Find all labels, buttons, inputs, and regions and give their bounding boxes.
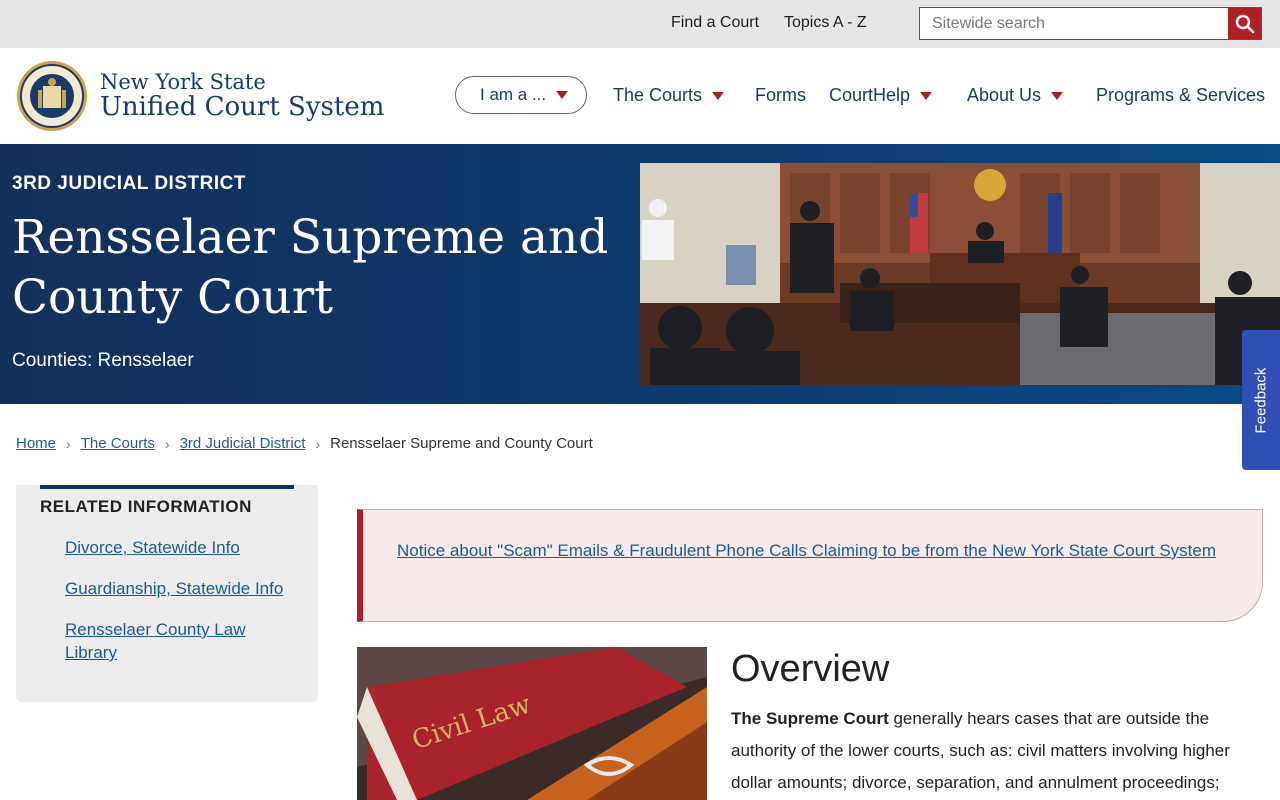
chevron-down-icon <box>920 91 933 100</box>
chevron-down-icon <box>712 91 725 100</box>
related-information-panel: RELATED INFORMATION Divorce, Statewide I… <box>16 485 318 702</box>
nav-about-us-label: About Us <box>967 85 1042 105</box>
breadcrumb-current: Rensselaer Supreme and County Court <box>330 435 593 452</box>
breadcrumb: Home › The Courts › 3rd Judicial Distric… <box>16 435 593 452</box>
overview-paragraph: The Supreme Court generally hears cases … <box>731 703 1271 799</box>
counties-text: Counties: Rensselaer <box>12 350 194 371</box>
brand-line-2[interactable]: Unified Court System <box>100 92 384 122</box>
nav-the-courts[interactable]: The Courts <box>613 85 725 106</box>
nys-seal-logo[interactable] <box>16 60 88 132</box>
chevron-right-icon: › <box>164 435 170 452</box>
brand-line-1[interactable]: New York State <box>100 70 266 94</box>
nav-courthelp-label: CourtHelp <box>829 85 911 105</box>
nav-programs-services[interactable]: Programs & Services <box>1096 85 1265 106</box>
search-icon <box>1235 14 1254 33</box>
site-header: New York State Unified Court System I am… <box>0 48 1280 144</box>
related-link-law-library[interactable]: Rensselaer County Law Library <box>65 618 295 664</box>
search-input[interactable] <box>920 8 1228 39</box>
scam-notice-alert: Notice about "Scam" Emails & Fraudulent … <box>357 509 1263 622</box>
i-am-a-label: I am a ... <box>480 85 547 104</box>
nav-the-courts-label: The Courts <box>613 85 703 105</box>
sitewide-search <box>919 7 1262 40</box>
nav-programs-label: Programs & Services <box>1096 85 1266 105</box>
utility-bar: Find a Court Topics A - Z <box>0 0 1280 48</box>
breadcrumb-district[interactable]: 3rd Judicial District <box>180 435 306 452</box>
topics-a-z-link[interactable]: Topics A - Z <box>784 14 867 32</box>
find-a-court-link[interactable]: Find a Court <box>671 14 759 32</box>
search-button[interactable] <box>1228 8 1261 39</box>
civil-law-book-image: Civil Law <box>357 647 707 800</box>
nav-forms-label: Forms <box>755 85 806 105</box>
breadcrumb-home[interactable]: Home <box>16 435 56 452</box>
overview-lead: The Supreme Court <box>731 709 889 728</box>
scam-notice-link[interactable]: Notice about "Scam" Emails & Fraudulent … <box>397 535 1227 567</box>
nav-about-us[interactable]: About Us <box>967 85 1064 106</box>
panel-top-rule <box>40 485 294 489</box>
chevron-right-icon: › <box>315 435 321 452</box>
feedback-tab[interactable]: Feedback <box>1242 330 1280 470</box>
courtroom-photo <box>640 163 1280 385</box>
feedback-label: Feedback <box>1252 367 1270 433</box>
breadcrumb-the-courts[interactable]: The Courts <box>81 435 155 452</box>
district-label: 3RD JUDICIAL DISTRICT <box>12 173 246 194</box>
chevron-down-icon <box>556 91 569 99</box>
chevron-down-icon <box>1051 91 1064 100</box>
overview-heading: Overview <box>731 648 890 690</box>
hero-banner: 3RD JUDICIAL DISTRICT Rensselaer Supreme… <box>0 144 1280 404</box>
page-title: Rensselaer Supreme and County Court <box>12 210 609 325</box>
related-information-title: RELATED INFORMATION <box>40 497 252 516</box>
i-am-a-dropdown[interactable]: I am a ... <box>455 76 587 114</box>
related-link-divorce[interactable]: Divorce, Statewide Info <box>65 536 295 559</box>
related-link-guardianship[interactable]: Guardianship, Statewide Info <box>65 577 295 600</box>
nav-forms[interactable]: Forms <box>755 85 806 106</box>
nav-courthelp[interactable]: CourtHelp <box>829 85 933 106</box>
chevron-right-icon: › <box>66 435 71 452</box>
